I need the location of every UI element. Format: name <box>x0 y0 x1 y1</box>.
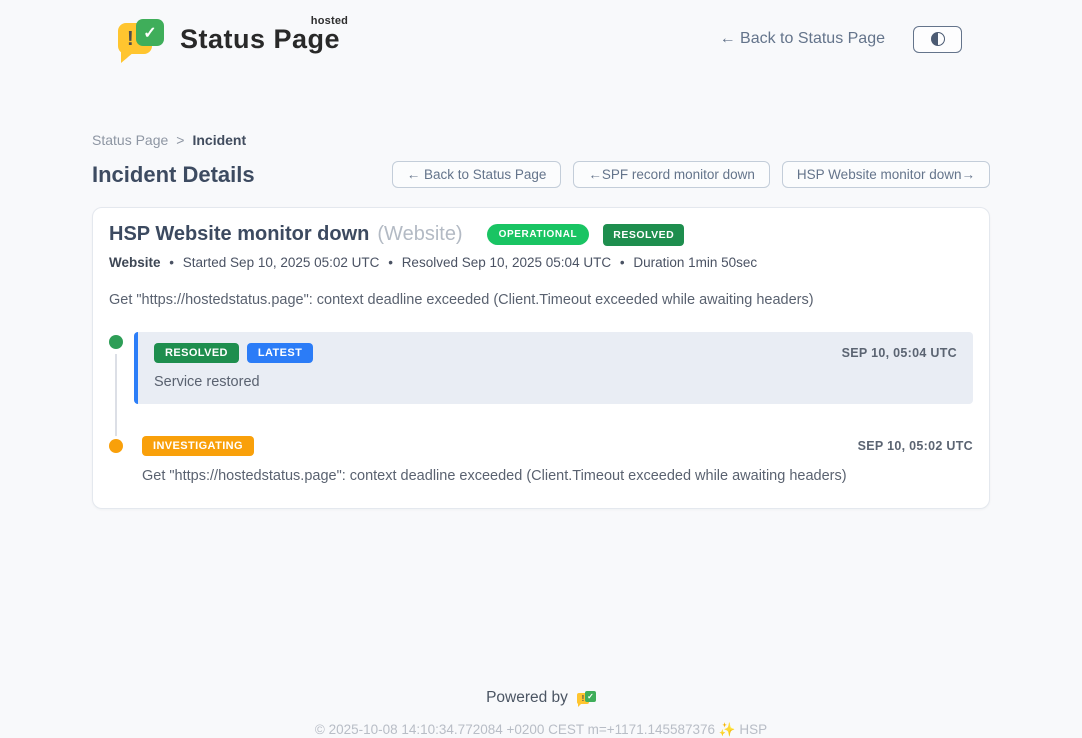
powered-by-label: Powered by <box>486 689 568 707</box>
breadcrumb-separator: > <box>176 132 184 148</box>
resolved-status-badge: RESOLVED <box>154 343 239 363</box>
meta-started: Started Sep 10, 2025 05:02 UTC <box>183 255 380 270</box>
meta-separator: • <box>388 255 393 270</box>
page-title: Incident Details <box>92 162 255 188</box>
sparkle-icon: ✨ <box>719 722 736 737</box>
timeline-dot-orange <box>109 439 123 453</box>
meta-duration: Duration 1min 50sec <box>633 255 757 270</box>
back-to-status-page-link[interactable]: ← Back to Status Page <box>720 30 885 48</box>
entry-message: Service restored <box>154 374 957 390</box>
operational-badge: OPERATIONAL <box>487 224 590 245</box>
meta-component: Website <box>109 255 161 270</box>
incident-title-row: HSP Website monitor down (Website) OPERA… <box>109 223 973 246</box>
arrow-right-icon: → <box>962 167 976 182</box>
arrow-left-icon: ← <box>588 167 602 182</box>
powered-by-logo-icon: ! ✓ <box>577 690 596 707</box>
prev-incident-button[interactable]: ←SPF record monitor down <box>573 161 770 188</box>
brand-hosted-tag: hosted <box>311 15 348 27</box>
main-content: Status Page > Incident Incident Details … <box>92 132 990 738</box>
incident-component: (Website) <box>377 223 462 246</box>
status-page-logo-icon: ✓ ! <box>118 17 168 61</box>
meta-separator: • <box>169 255 174 270</box>
mini-check-icon: ✓ <box>585 691 596 702</box>
meta-resolved: Resolved Sep 10, 2025 05:04 UTC <box>402 255 611 270</box>
entry-timestamp: SEP 10, 05:04 UTC <box>842 346 957 360</box>
back-link-label: Back to Status Page <box>736 30 885 47</box>
brand-name-text: Status Page <box>180 24 340 54</box>
footer: Powered by ! ✓ © 2025-10-08 14:10:34.772… <box>92 689 990 738</box>
logo-check-icon: ✓ <box>136 19 164 46</box>
incident-timeline: RESOLVED LATEST SEP 10, 05:04 UTC Servic… <box>109 332 973 484</box>
copyright-main: © 2025-10-08 14:10:34.772084 +0200 CEST … <box>315 722 719 737</box>
entry-timestamp: SEP 10, 05:02 UTC <box>858 439 973 453</box>
latest-badge: LATEST <box>247 343 313 363</box>
resolved-badge: RESOLVED <box>603 224 684 246</box>
timeline-badges: RESOLVED LATEST <box>154 343 313 363</box>
copyright-text: © 2025-10-08 14:10:34.772084 +0200 CEST … <box>92 722 990 738</box>
incident-card: HSP Website monitor down (Website) OPERA… <box>92 207 990 509</box>
header: ✓ ! Status Page hosted ← Back to Status … <box>0 0 1082 76</box>
back-button-label: Back to Status Page <box>420 167 546 182</box>
meta-separator: • <box>620 255 625 270</box>
breadcrumb: Status Page > Incident <box>92 132 990 148</box>
breadcrumb-status-page[interactable]: Status Page <box>92 132 168 148</box>
logo-exclamation-icon: ! <box>127 29 134 49</box>
entry-message: Get "https://hostedstatus.page": context… <box>142 468 973 484</box>
incident-description: Get "https://hostedstatus.page": context… <box>109 292 973 308</box>
timeline-entry-investigating: INVESTIGATING SEP 10, 05:02 UTC Get "htt… <box>134 436 973 484</box>
breadcrumb-incident: Incident <box>192 132 246 148</box>
header-right: ← Back to Status Page <box>720 26 962 53</box>
timeline-update-plain: INVESTIGATING SEP 10, 05:02 UTC Get "htt… <box>134 436 973 484</box>
arrow-left-icon: ← <box>407 167 421 182</box>
timeline-update-box: RESOLVED LATEST SEP 10, 05:04 UTC Servic… <box>134 332 973 404</box>
brand-name: Status Page hosted <box>180 24 340 55</box>
prev-button-label: SPF record monitor down <box>602 167 755 182</box>
next-incident-button[interactable]: HSP Website monitor down→ <box>782 161 990 188</box>
back-to-status-page-button[interactable]: ← Back to Status Page <box>392 161 562 188</box>
brand-logo[interactable]: ✓ ! Status Page hosted <box>118 17 340 61</box>
title-row: Incident Details ← Back to Status Page ←… <box>92 161 990 188</box>
next-button-label: HSP Website monitor down <box>797 167 962 182</box>
incident-nav: ← Back to Status Page ←SPF record monito… <box>392 161 990 188</box>
timeline-entry-resolved: RESOLVED LATEST SEP 10, 05:04 UTC Servic… <box>134 332 973 404</box>
incident-meta: Website • Started Sep 10, 2025 05:02 UTC… <box>109 255 973 270</box>
timeline-dot-green <box>109 335 123 349</box>
timeline-row: INVESTIGATING SEP 10, 05:02 UTC <box>142 436 973 456</box>
arrow-left-icon: ← <box>720 30 736 47</box>
powered-by: Powered by ! ✓ <box>486 689 596 707</box>
timeline-row: RESOLVED LATEST SEP 10, 05:04 UTC <box>154 343 957 363</box>
theme-toggle-button[interactable] <box>913 26 962 53</box>
investigating-status-badge: INVESTIGATING <box>142 436 254 456</box>
incident-title: HSP Website monitor down <box>109 223 369 246</box>
copyright-suffix: HSP <box>736 722 768 737</box>
half-moon-icon <box>931 32 945 46</box>
